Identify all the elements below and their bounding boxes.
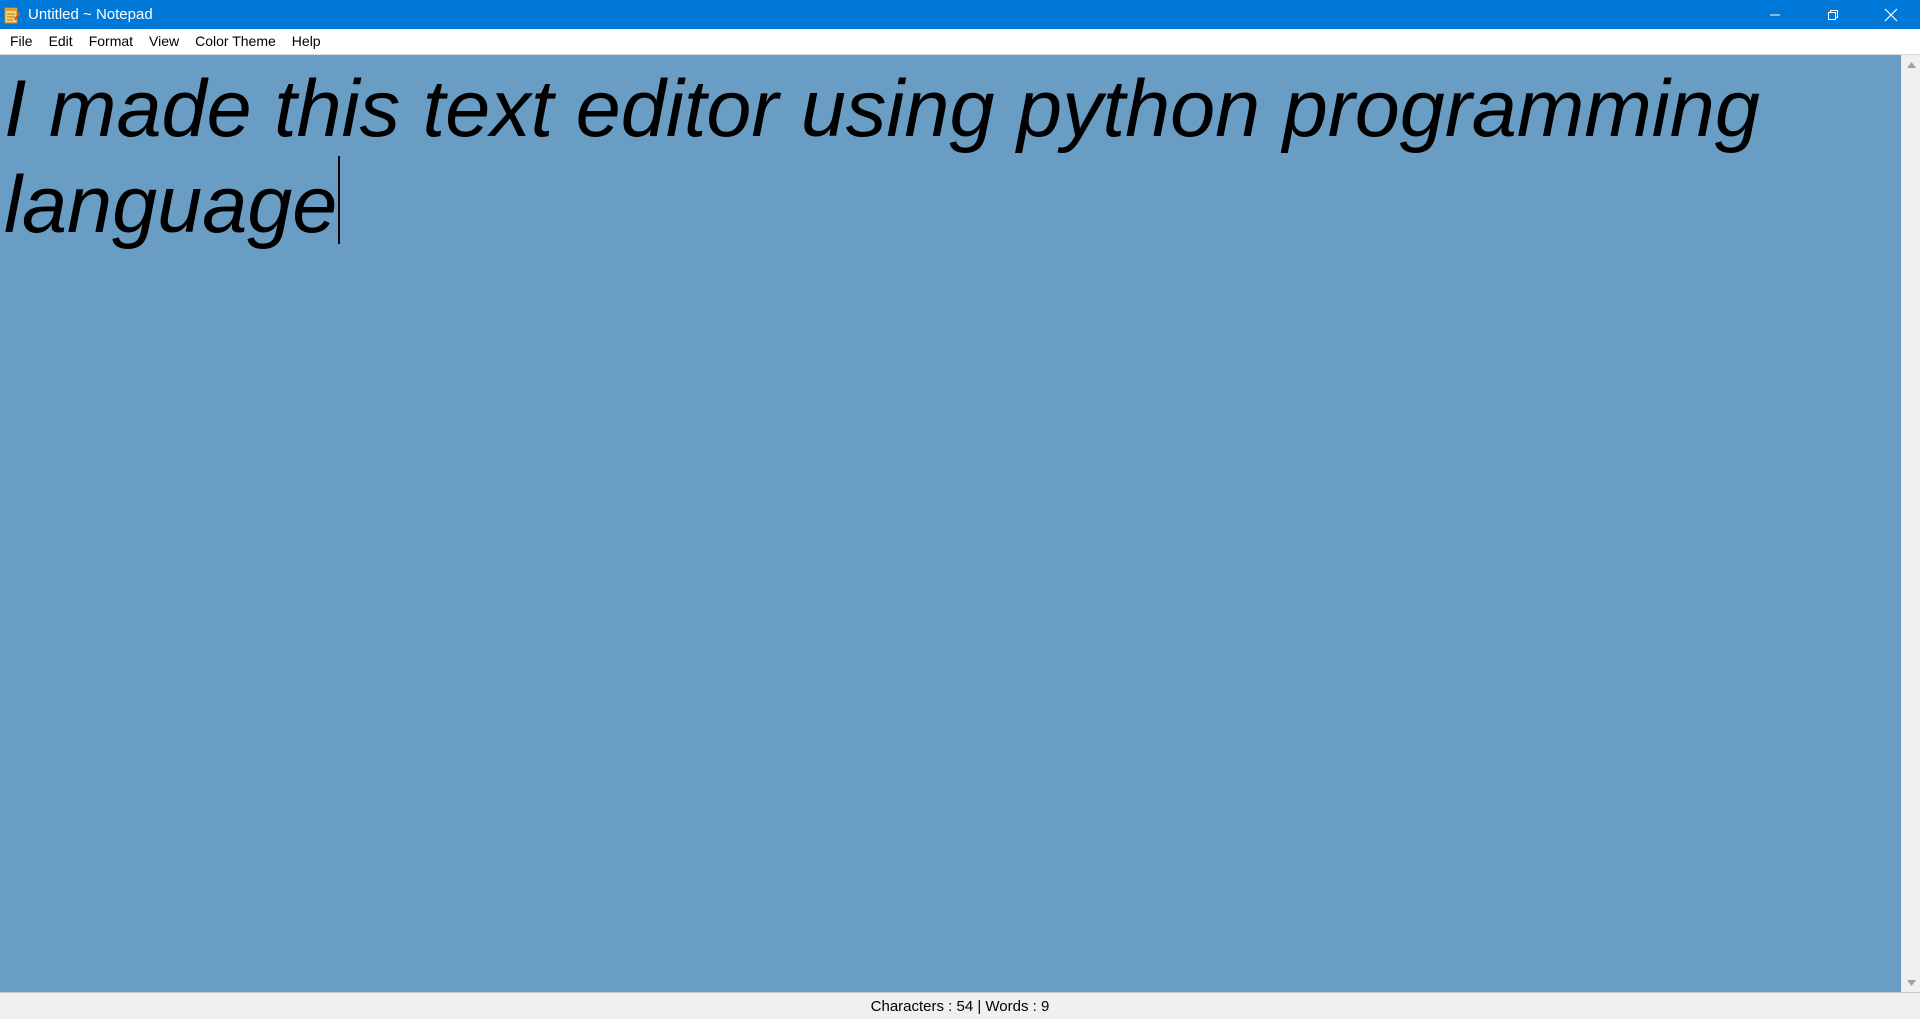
editor-container: I made this text editor using python pro…	[0, 55, 1920, 992]
restore-button[interactable]	[1804, 0, 1862, 29]
text-caret	[338, 156, 341, 244]
restore-icon	[1827, 9, 1839, 21]
status-text: Characters : 54 | Words : 9	[870, 997, 1050, 1015]
editor-text: I made this text editor using python pro…	[4, 64, 1783, 250]
menu-help[interactable]: Help	[284, 29, 329, 54]
notepad-app-icon[interactable]	[2, 5, 22, 25]
notepad-window: Untitled ~ Notepad File Edit Format View…	[0, 0, 1920, 1019]
menu-view[interactable]: View	[141, 29, 187, 54]
menu-bar: File Edit Format View Color Theme Help	[0, 29, 1920, 55]
title-bar[interactable]: Untitled ~ Notepad	[0, 0, 1920, 29]
menu-color-theme[interactable]: Color Theme	[187, 29, 284, 54]
menu-edit[interactable]: Edit	[41, 29, 81, 54]
text-editor-area[interactable]: I made this text editor using python pro…	[0, 55, 1901, 992]
minimize-icon	[1769, 9, 1781, 21]
scroll-down-arrow-icon[interactable]	[1902, 973, 1920, 992]
menu-file[interactable]: File	[2, 29, 41, 54]
scroll-up-arrow-icon[interactable]	[1902, 55, 1920, 74]
vertical-scrollbar[interactable]	[1901, 55, 1920, 992]
window-title: Untitled ~ Notepad	[28, 6, 153, 23]
close-button[interactable]	[1862, 0, 1920, 29]
close-icon	[1884, 8, 1898, 22]
menu-format[interactable]: Format	[81, 29, 141, 54]
minimize-button[interactable]	[1746, 0, 1804, 29]
status-bar: Characters : 54 | Words : 9	[0, 992, 1920, 1019]
